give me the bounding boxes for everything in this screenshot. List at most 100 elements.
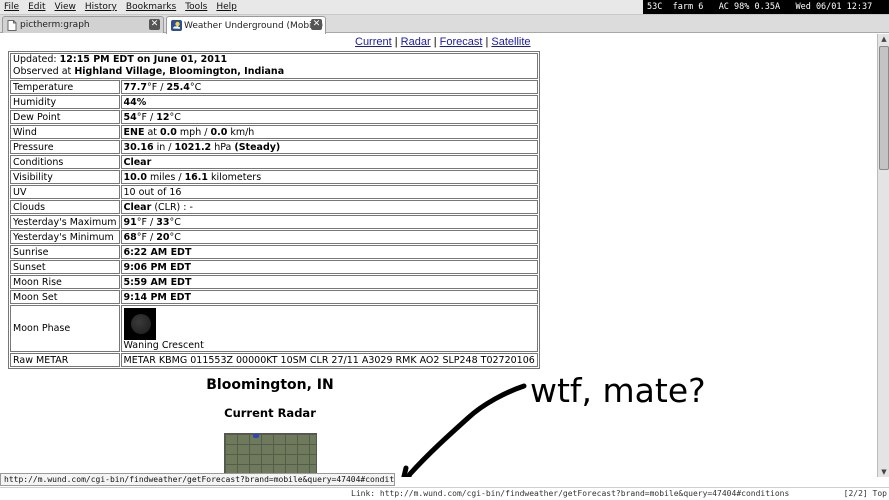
conditions-table: Updated: 12:15 PM EDT on June 01, 2011 O… (8, 51, 540, 369)
value-text: hPa (211, 141, 235, 153)
row-label: UV (10, 185, 120, 199)
menu-history[interactable]: History (85, 2, 117, 12)
value-bold: 25.4 (166, 81, 190, 93)
value-bold: (Steady) (234, 141, 281, 153)
close-icon[interactable]: ✕ (311, 19, 322, 30)
nav-link-radar[interactable]: Radar (401, 36, 431, 48)
row-label: Wind (10, 125, 120, 139)
row-value: 5:59 AM EDT (120, 275, 538, 289)
nav-separator: | (433, 36, 437, 48)
table-row: Moon Phase Waning Crescent (10, 305, 538, 352)
value-bold: 5:59 AM EDT (123, 276, 192, 288)
menu-help[interactable]: Help (216, 2, 237, 12)
table-row: Yesterday's Maximum 91°F / 33°C (10, 215, 538, 229)
value-bold: 6:22 AM EDT (123, 246, 192, 258)
power-status: AC 98% 0.35A (718, 2, 781, 12)
table-row: Wind ENE at 0.0 mph / 0.0 km/h (10, 125, 538, 139)
row-value: 10.0 miles / 16.1 kilometers (120, 170, 538, 184)
value-bold: 33 (156, 216, 170, 228)
value-text: (CLR) : - (151, 201, 193, 213)
value-text: miles / (146, 171, 185, 183)
table-row: UV 10 out of 16 (10, 185, 538, 199)
page-icon (7, 19, 17, 31)
value-text: °F / (136, 111, 157, 123)
cpu-temp: 53C (647, 2, 663, 12)
tab-title: Weather Underground (Mobile) (184, 20, 324, 31)
scroll-down-arrow-icon[interactable]: ▼ (879, 467, 889, 477)
value-text: °C (169, 231, 181, 243)
tab-bar: pictherm:graph ✕ Weather Underground (Mo… (0, 15, 889, 34)
value-text: kilometers (208, 171, 262, 183)
radar-image[interactable] (224, 433, 317, 477)
value-text: °C (169, 216, 181, 228)
value-text: 10 out of 16 (123, 186, 182, 198)
value-bold: Clear (123, 201, 152, 213)
table-row: Clouds Clear (CLR) : - (10, 200, 538, 214)
table-row: Yesterday's Minimum 68°F / 20°C (10, 230, 538, 244)
menu-tools[interactable]: Tools (185, 2, 207, 12)
row-label: Pressure (10, 140, 120, 154)
scrollbar-thumb[interactable] (879, 46, 889, 170)
city-heading: Bloomington, IN (206, 377, 334, 393)
row-label: Moon Rise (10, 275, 120, 289)
link-info: Link: http://m.wund.com/cgi-bin/findweat… (351, 489, 790, 498)
row-value: 9:06 PM EDT (120, 260, 538, 274)
updated-time: 12:15 PM EDT on June 01, 2011 (59, 54, 228, 65)
value-bold: 20 (156, 231, 170, 243)
scroll-up-arrow-icon[interactable]: ▲ (879, 34, 889, 44)
value-bold: 68 (123, 231, 137, 243)
value-text: in / (153, 141, 175, 153)
table-row: Humidity 44% (10, 95, 538, 109)
row-value: 54°F / 12°C (120, 110, 538, 124)
page-content: Current | Radar | Forecast | Satellite U… (0, 34, 877, 477)
row-label: Yesterday's Maximum (10, 215, 120, 229)
row-value: 44% (120, 95, 538, 109)
value-bold: 9:14 PM EDT (123, 291, 192, 303)
menu-edit[interactable]: Edit (28, 2, 45, 12)
vertical-scrollbar[interactable]: ▲ ▼ (877, 34, 889, 477)
row-value: Waning Crescent (120, 305, 538, 352)
value-text: km/h (227, 126, 255, 138)
row-value: 77.7°F / 25.4°C (120, 80, 538, 94)
row-value: Clear (CLR) : - (120, 200, 538, 214)
row-value: 9:14 PM EDT (120, 290, 538, 304)
row-value: Clear (120, 155, 538, 169)
row-label: Sunrise (10, 245, 120, 259)
value-bold: 10.0 (123, 171, 147, 183)
menu-bookmarks[interactable]: Bookmarks (126, 2, 176, 12)
row-value: 30.16 in / 1021.2 hPa (Steady) (120, 140, 538, 154)
table-row: Moon Set 9:14 PM EDT (10, 290, 538, 304)
menu-view[interactable]: View (55, 2, 76, 12)
value-bold: ENE (123, 126, 145, 138)
moon-phase-text: Waning Crescent (123, 340, 204, 351)
table-row: Sunset 9:06 PM EDT (10, 260, 538, 274)
menu-file[interactable]: File (4, 2, 19, 12)
table-row: Raw METAR METAR KBMG 011553Z 00000KT 10S… (10, 353, 538, 367)
table-row: Conditions Clear (10, 155, 538, 169)
row-label: Clouds (10, 200, 120, 214)
tab-weather-underground[interactable]: Weather Underground (Mobile) ✕ (166, 16, 326, 34)
value-bold: 44% (123, 96, 147, 108)
station-name: Highland Village, Bloomington, Indiana (74, 66, 285, 77)
value-text: °F / (136, 216, 157, 228)
value-bold: 16.1 (184, 171, 209, 183)
value-bold: 12 (156, 111, 170, 123)
tab-pictherm[interactable]: pictherm:graph ✕ (2, 16, 164, 33)
row-value: 6:22 AM EDT (120, 245, 538, 259)
nav-link-forecast[interactable]: Forecast (440, 36, 483, 48)
weather-underground-icon (171, 20, 182, 31)
table-row: Dew Point 54°F / 12°C (10, 110, 538, 124)
table-row: Pressure 30.16 in / 1021.2 hPa (Steady) (10, 140, 538, 154)
radar-heading: Current Radar (224, 406, 316, 420)
table-row: Moon Rise 5:59 AM EDT (10, 275, 538, 289)
nav-link-satellite[interactable]: Satellite (491, 36, 530, 48)
hand-drawn-arrow-icon (401, 383, 527, 477)
conditions-rows: Temperature 77.7°F / 25.4°C Humidity 44% Dew… (10, 80, 538, 304)
nav-link-current[interactable]: Current (355, 36, 392, 48)
close-icon[interactable]: ✕ (149, 19, 160, 30)
value-bold: 1021.2 (174, 141, 212, 153)
clock: Wed 06/01 12:37 (795, 2, 873, 12)
row-label: Moon Phase (10, 305, 120, 352)
nav-separator: | (485, 36, 489, 48)
row-value: 91°F / 33°C (120, 215, 538, 229)
